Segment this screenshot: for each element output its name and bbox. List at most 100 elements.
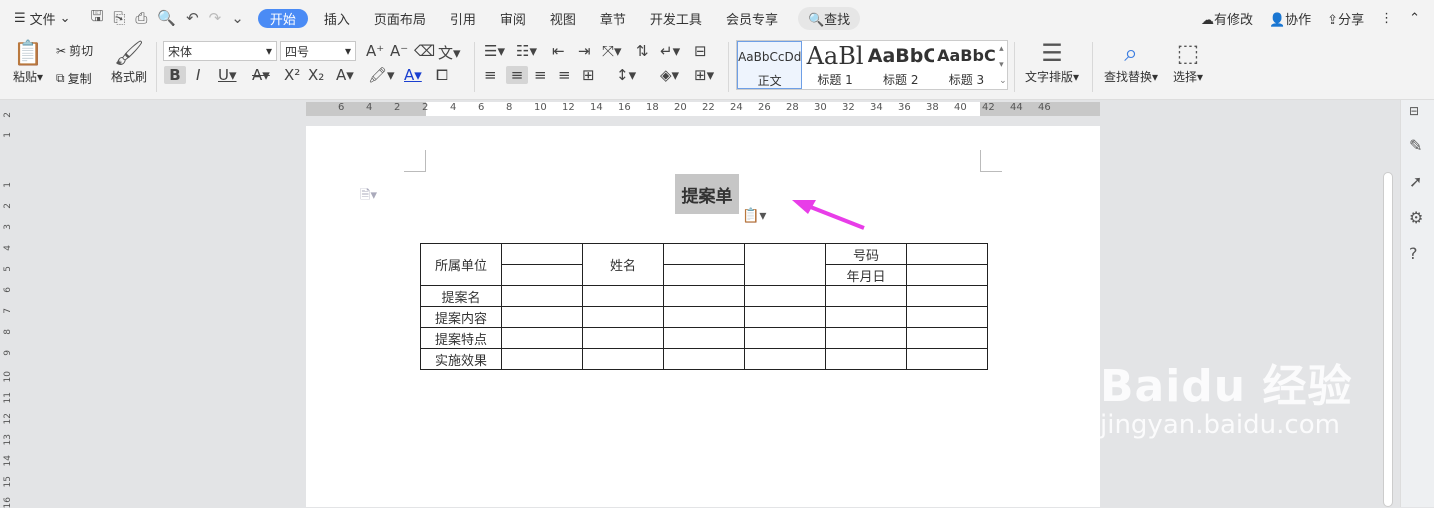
increase-indent-icon[interactable]: ⇥ [578,42,591,60]
char-border-icon[interactable]: ⧠ [436,66,448,84]
text-effect-icon[interactable]: A▾ [336,66,354,84]
distribute-icon[interactable]: ⊞ [582,66,595,84]
file-menu[interactable]: ☰ 文件 ⌄ [0,9,81,28]
align-center-icon[interactable]: ≡ [506,66,528,84]
redo-icon[interactable]: ↷ [209,9,222,27]
justify-icon[interactable]: ≡ [558,66,571,84]
find-replace-button[interactable]: ⌕ 查找替换▾ [1100,38,1162,85]
table-cell[interactable] [906,243,988,265]
row-label-cell[interactable]: 提案名 [420,285,502,307]
table-cell[interactable] [663,243,745,265]
export-icon[interactable]: ⎘ [113,9,125,27]
document-title[interactable]: 提案单 [675,174,739,214]
copy-button[interactable]: ⧉ 复制 [56,70,92,87]
pane-toggle-icon[interactable]: ⊟ [1409,104,1419,118]
style-heading-3[interactable]: AaBbC 标题 3 [934,41,999,89]
table-cell[interactable] [501,348,583,370]
tab-section[interactable]: 章节 [588,9,638,28]
save-icon[interactable]: 🖫 [91,6,104,31]
pen-icon[interactable]: ✎ [1409,136,1422,155]
horizontal-ruler[interactable]: 6 4 2 2 4 6 8 10 12 14 16 18 20 22 24 26 28 30 32 34 36 38 40 4… [0,100,1434,120]
paste-button[interactable]: 📋 粘贴▾ [8,38,48,85]
borders-icon[interactable]: ⊞▾ [694,66,714,84]
table-cell[interactable] [663,306,745,328]
search-tab[interactable]: 🔍查找 [797,6,861,30]
settings-sliders-icon[interactable]: ⚙ [1409,208,1423,227]
table-cell[interactable] [501,264,583,286]
collapse-ribbon-icon[interactable]: ⌃ [1409,11,1420,26]
bullets-icon[interactable]: ☰▾ [484,42,505,60]
paste-options-icon[interactable]: 📋▾ [742,208,766,224]
table-cell[interactable] [744,306,826,328]
clear-format-icon[interactable]: ⌫ [414,42,435,60]
collab-button[interactable]: 👤协作 [1269,9,1311,28]
underline-icon[interactable]: U▾ [218,66,237,84]
table-cell[interactable] [582,306,664,328]
table-cell[interactable] [744,285,826,307]
select-button[interactable]: ⬚ 选择▾ [1168,38,1208,85]
share-button[interactable]: ⇪分享 [1327,9,1364,28]
cursor-icon[interactable]: ➚ [1409,172,1422,191]
undo-icon[interactable]: ↶ [186,9,199,27]
table-cell[interactable] [501,243,583,265]
document-page[interactable]: 🗎▾ 提案单 📋▾ 所属单位 姓名 号码 年月日 提案名 提案内容 提案特点 实… [306,126,1100,507]
grow-font-icon[interactable]: A⁺ [366,42,384,60]
table-cell[interactable] [906,348,988,370]
table-cell[interactable] [825,285,907,307]
superscript-icon[interactable]: X² [284,66,300,84]
row-label-cell[interactable]: 提案内容 [420,306,502,328]
shading-icon[interactable]: ◈▾ [660,66,679,84]
table-cell[interactable] [582,285,664,307]
style-heading-2[interactable]: AaBbC 标题 2 [868,41,934,89]
text-layout-button[interactable]: ☰ 文字排版▾ [1022,38,1082,85]
tab-insert[interactable]: 插入 [312,9,362,28]
tab-developer[interactable]: 开发工具 [638,9,714,28]
modified-button[interactable]: ☁有修改 [1201,9,1253,28]
help-icon[interactable]: ? [1409,244,1418,263]
phonetic-icon[interactable]: 文▾ [438,42,461,63]
table-cell[interactable] [744,243,826,286]
row-label-cell[interactable]: 实施效果 [420,348,502,370]
shrink-font-icon[interactable]: A⁻ [390,42,408,60]
print-preview-icon[interactable]: 🔍 [157,9,176,27]
table-cell[interactable] [906,285,988,307]
table-cell[interactable] [744,327,826,349]
customize-icon[interactable]: ⌄ [231,9,244,27]
highlight-icon[interactable]: 🖍▾ [368,66,395,84]
more-icon[interactable]: ⋮ [1380,11,1393,26]
table-cell[interactable] [906,306,988,328]
style-scroll-icon[interactable]: ▴ ▾ ⌄ [999,41,1007,89]
line-spacing-icon[interactable]: ↕▾ [616,66,636,84]
table-cell[interactable] [663,327,745,349]
table-cell[interactable] [582,327,664,349]
tab-member[interactable]: 会员专享 [714,9,790,28]
tab-stops-icon[interactable]: ⊟ [694,42,707,60]
table-cell[interactable] [744,348,826,370]
style-heading-1[interactable]: AaBl 标题 1 [802,41,867,89]
table-cell[interactable] [582,348,664,370]
cut-button[interactable]: ✂ 剪切 [56,42,93,59]
scrollbar-thumb[interactable] [1383,172,1393,507]
format-painter-button[interactable]: 🖌 格式刷 [108,38,150,85]
sort-icon[interactable]: ⇅ [636,42,649,60]
style-normal[interactable]: AaBbCcDd 正文 [737,41,803,89]
print-icon[interactable]: ⎙ [135,9,147,27]
tab-review[interactable]: 审阅 [488,9,538,28]
tab-references[interactable]: 引用 [438,9,488,28]
strikethrough-icon[interactable]: A▾ [252,66,270,84]
table-cell[interactable] [825,348,907,370]
align-right-icon[interactable]: ≡ [534,66,547,84]
show-marks-icon[interactable]: ↵▾ [660,42,680,60]
tab-home[interactable]: 开始 [257,8,308,28]
font-size-select[interactable]: 四号 ▾ [280,41,356,61]
row-label-cell[interactable]: 提案特点 [420,327,502,349]
table-cell[interactable] [825,327,907,349]
decrease-indent-icon[interactable]: ⇤ [552,42,565,60]
table-cell[interactable] [906,327,988,349]
italic-icon[interactable]: I [196,66,200,84]
table-cell[interactable] [663,348,745,370]
align-left-icon[interactable]: ≡ [484,66,497,84]
tab-view[interactable]: 视图 [538,9,588,28]
table-cell[interactable] [501,306,583,328]
number-label-cell[interactable]: 号码 [825,243,907,265]
